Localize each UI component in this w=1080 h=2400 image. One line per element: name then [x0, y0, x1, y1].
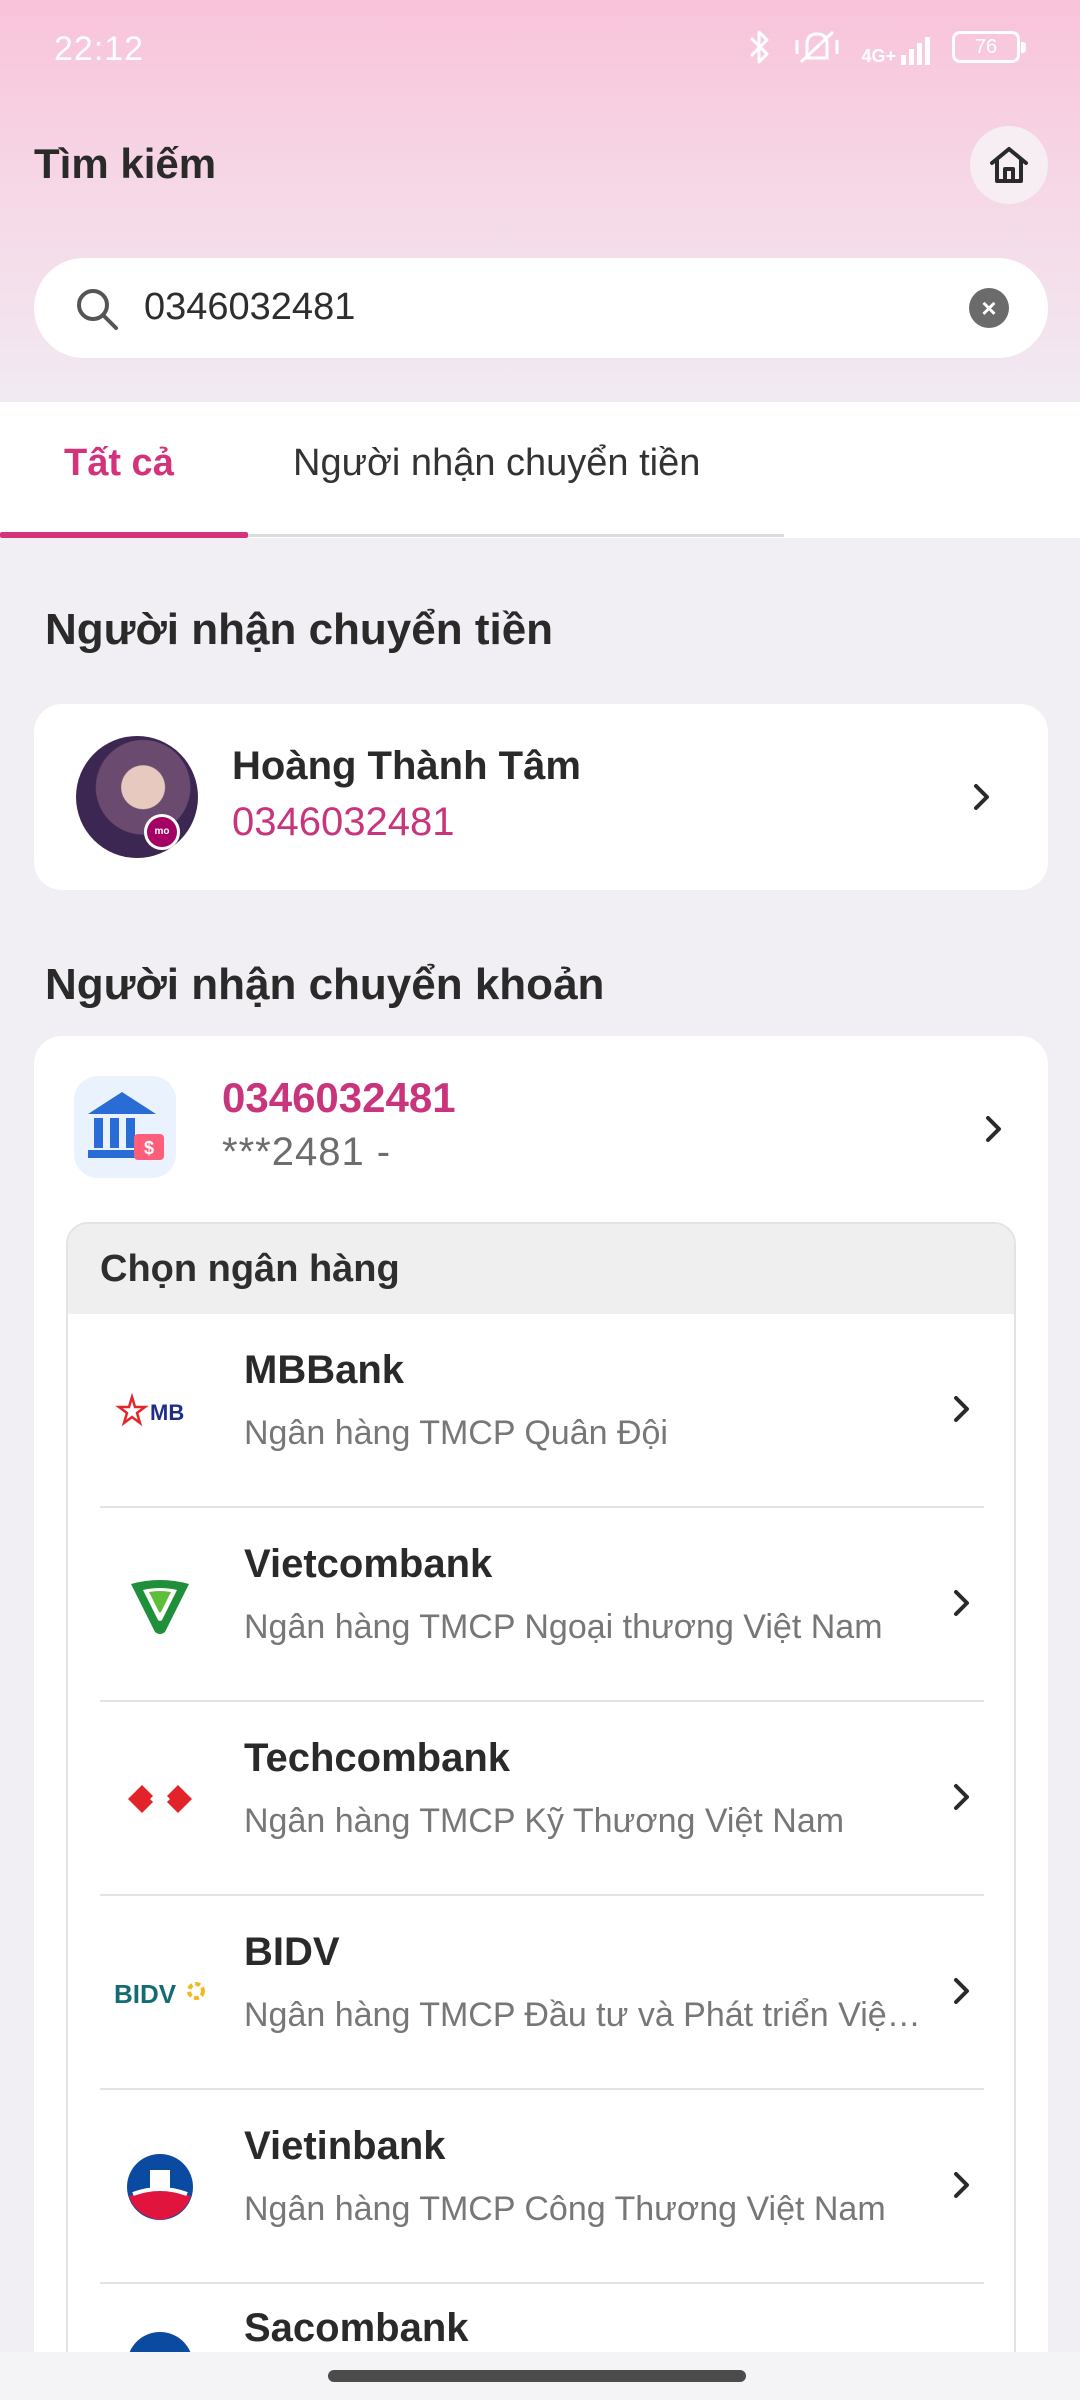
status-time: 22:12 — [54, 30, 145, 68]
bidv-logo-icon: BIDV — [114, 1958, 206, 2028]
bidv-logo-text: BIDV — [114, 1979, 177, 2009]
tab-bar: Tất cả Người nhận chuyển tiền — [0, 402, 1080, 538]
techcombank-logo-icon — [114, 1764, 206, 1834]
chevron-right-icon — [954, 1396, 969, 1422]
home-button[interactable] — [970, 126, 1048, 204]
bank-name: Vietcombank — [244, 1542, 493, 1586]
network-type: 4G+ — [861, 46, 896, 66]
momo-badge-icon: mo — [144, 814, 180, 850]
system-navigation-bar — [0, 2352, 1080, 2400]
bank-full-name: Ngân hàng TMCP Ngoại thương Việt Nam — [244, 1608, 883, 1646]
bank-item-vietinbank[interactable]: Vietinbank Ngân hàng TMCP Công Thương Vi… — [68, 2090, 1014, 2284]
bank-name: MBBank — [244, 1348, 405, 1392]
section-title-transfer: Người nhận chuyển tiền — [45, 605, 554, 654]
svg-text:$: $ — [144, 1138, 154, 1158]
bank-recipient-card: $ 0346032481 ***2481 - Chọn ngân hàng MB… — [34, 1036, 1048, 2400]
search-icon — [77, 289, 118, 330]
bank-item-mbbank[interactable]: MB MBBank Ngân hàng TMCP Quân Đội — [68, 1314, 1014, 1508]
bank-item-vietcombank[interactable]: Vietcombank Ngân hàng TMCP Ngoại thương … — [68, 1508, 1014, 1702]
bank-item-bidv[interactable]: BIDV BIDV Ngân hàng TMCP Đầu tư và Phát … — [68, 1896, 1014, 2090]
vietcombank-logo-icon — [114, 1570, 206, 1640]
home-icon — [990, 147, 1028, 183]
contact-name: Hoàng Thành Tâm — [232, 744, 581, 788]
bank-name: Sacombank — [244, 2306, 469, 2350]
signal-icon: 4G+ — [861, 29, 930, 65]
search-input[interactable]: 0346032481 × — [34, 258, 1048, 358]
page-title: Tìm kiếm — [34, 140, 217, 187]
clear-symbol: × — [981, 293, 997, 323]
chevron-right-icon — [954, 1590, 969, 1616]
chevron-right-icon — [974, 784, 989, 810]
mbbank-logo-icon: MB — [114, 1376, 206, 1446]
mbbank-logo-text: MB — [150, 1400, 184, 1425]
bank-full-name: Ngân hàng TMCP Quân Đội — [244, 1414, 668, 1452]
status-icons: 4G+ 76 — [747, 28, 1026, 66]
clear-icon[interactable]: × — [969, 288, 1009, 328]
account-row[interactable]: $ 0346032481 ***2481 - — [34, 1036, 1048, 1222]
bluetooth-icon — [750, 30, 769, 64]
tab-active-indicator — [0, 532, 248, 538]
bank-full-name: Ngân hàng TMCP Đầu tư và Phát triển Việt… — [244, 1996, 924, 2034]
search-value[interactable]: 0346032481 — [144, 286, 355, 329]
bank-full-name: Ngân hàng TMCP Công Thương Việt Nam — [244, 2190, 886, 2228]
bank-name: Vietinbank — [244, 2124, 446, 2168]
bank-item-techcombank[interactable]: Techcombank Ngân hàng TMCP Kỹ Thương Việ… — [68, 1702, 1014, 1896]
contact-card[interactable]: mo Hoàng Thành Tâm 0346032481 — [34, 704, 1048, 890]
mute-vibrate-icon — [795, 30, 839, 64]
bank-name: Techcombank — [244, 1736, 510, 1780]
avatar — [76, 736, 198, 858]
battery-level: 76 — [974, 36, 998, 58]
bank-name: BIDV — [244, 1930, 340, 1974]
status-bar: 22:12 4G+ 76 — [0, 0, 1080, 100]
bank-full-name: Ngân hàng TMCP Kỹ Thương Việt Nam — [244, 1802, 845, 1840]
home-gesture-handle[interactable] — [328, 2370, 746, 2382]
contact-phone: 0346032481 — [232, 800, 455, 844]
vietinbank-logo-icon — [114, 2152, 206, 2222]
bank-building-icon: $ — [74, 1076, 176, 1178]
battery-icon: 76 — [952, 31, 1026, 63]
chevron-right-icon — [954, 1978, 969, 2004]
account-masked: ***2481 - — [222, 1130, 392, 1174]
tab-all[interactable]: Tất cả — [64, 442, 174, 485]
tab-transfer-recipients[interactable]: Người nhận chuyển tiền — [293, 442, 700, 485]
bank-selector-title: Chọn ngân hàng — [68, 1224, 1014, 1314]
chevron-right-icon — [954, 1784, 969, 1810]
bank-selector: Chọn ngân hàng MB MBBank Ngân hàng TMCP … — [66, 1222, 1016, 2400]
chevron-right-icon — [986, 1116, 1001, 1142]
account-number: 0346032481 — [222, 1074, 456, 1121]
chevron-right-icon — [954, 2172, 969, 2198]
section-title-bank: Người nhận chuyển khoản — [45, 960, 605, 1009]
